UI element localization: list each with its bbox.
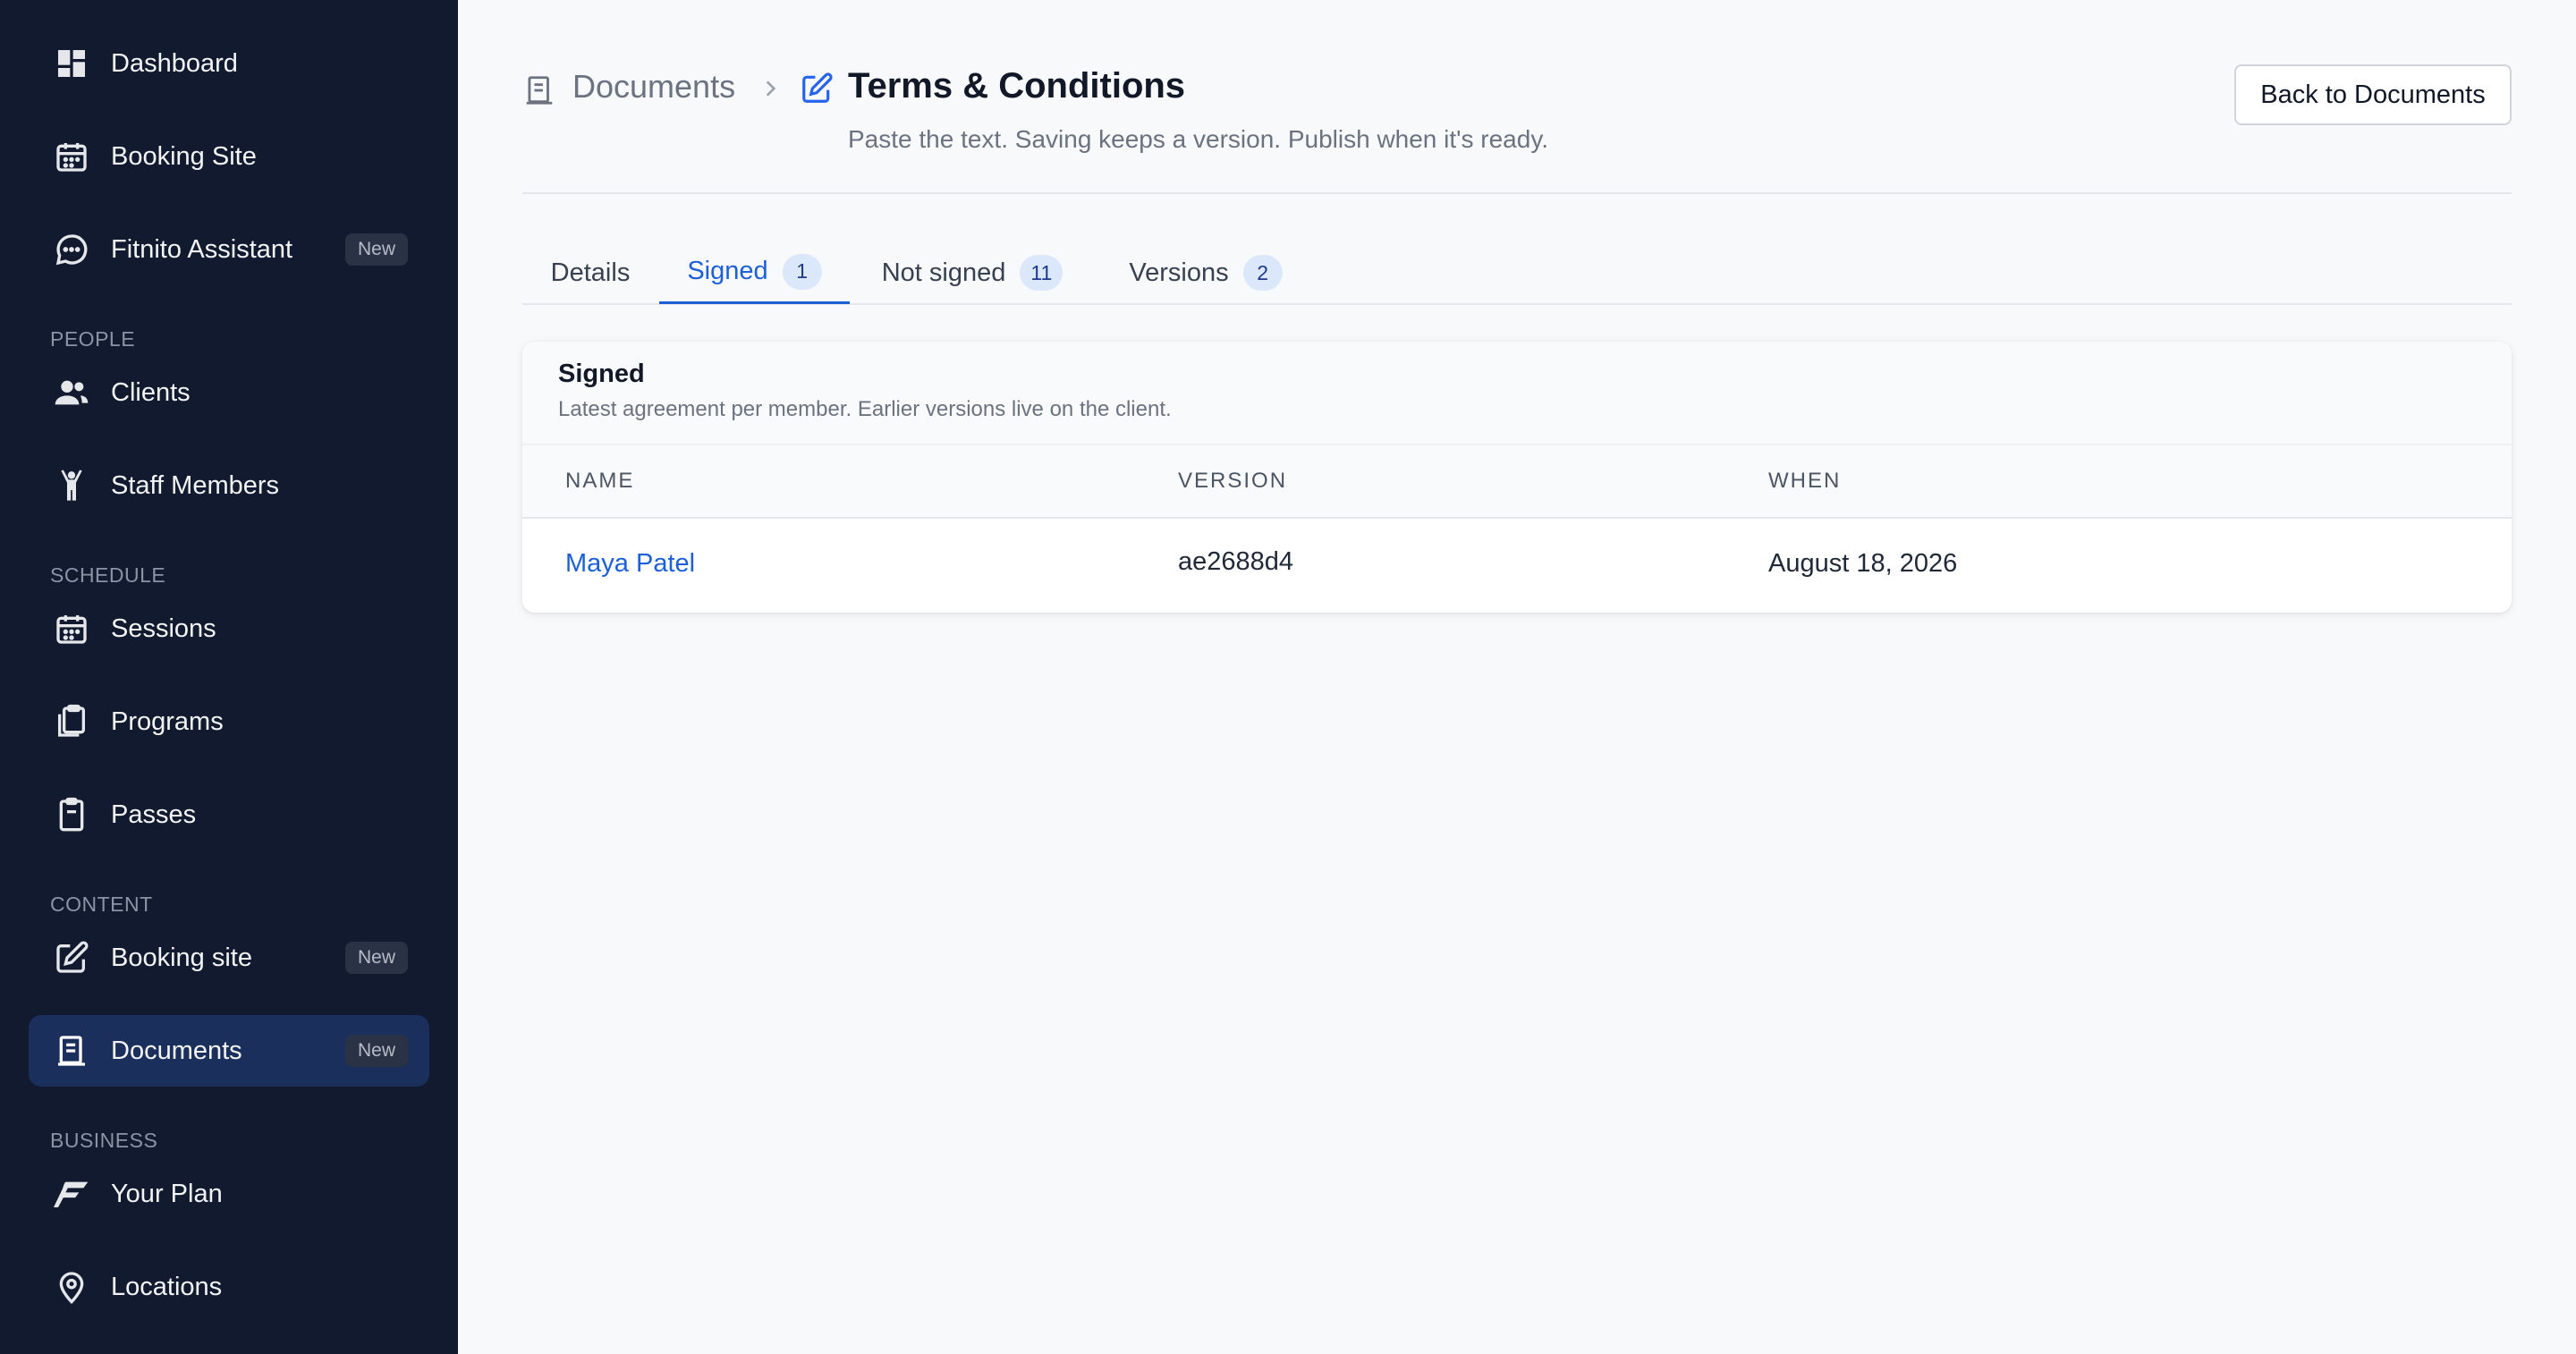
sidebar-item-label: Dashboard	[111, 48, 238, 78]
sidebar-item-booking-site-content[interactable]: Booking site New	[29, 922, 429, 994]
sidebar-item-locations[interactable]: Locations	[29, 1251, 429, 1323]
dashboard-icon	[52, 44, 91, 83]
sidebar-item-label: Locations	[111, 1272, 223, 1301]
tab-versions[interactable]: Versions 2	[1109, 241, 1302, 304]
new-badge: New	[344, 233, 408, 266]
new-badge: New	[344, 1035, 408, 1067]
sidebar-item-label: Staff Members	[111, 470, 280, 500]
tab-signed[interactable]: Signed 1	[659, 241, 850, 304]
tab-label: Details	[550, 258, 631, 287]
sidebar-item-passes[interactable]: Passes	[29, 779, 429, 850]
edit-icon	[52, 938, 91, 977]
tab-details[interactable]: Details	[537, 241, 644, 304]
sidebar-item-label: Booking Site	[111, 141, 257, 171]
column-header-name: NAME	[565, 469, 635, 493]
section-label-people: PEOPLE	[50, 327, 136, 351]
fitnito-logo-icon	[52, 1174, 91, 1214]
section-label-business: BUSINESS	[50, 1129, 158, 1152]
member-name-link[interactable]: Maya Patel	[565, 549, 695, 579]
sidebar-item-sessions[interactable]: Sessions	[29, 593, 429, 664]
clipboard-stack-icon	[52, 702, 91, 741]
table-header: NAME VERSION WHEN	[522, 445, 2512, 519]
sidebar-item-label: Passes	[111, 800, 197, 829]
column-header-when: WHEN	[1768, 469, 1842, 493]
back-to-documents-button[interactable]: Back to Documents	[2234, 64, 2512, 125]
sidebar-item-clients[interactable]: Clients	[29, 357, 429, 428]
breadcrumb-documents-link[interactable]: Documents	[572, 68, 735, 106]
sidebar-item-programs[interactable]: Programs	[29, 686, 429, 757]
column-header-version: VERSION	[1178, 469, 1288, 493]
sidebar-item-label: Clients	[111, 377, 191, 407]
calendar-icon	[52, 137, 91, 176]
chat-bubble-icon	[52, 230, 91, 269]
edit-icon	[800, 72, 834, 106]
card-header: Signed Latest agreement per member. Earl…	[522, 342, 2512, 445]
sidebar-item-label: Your Plan	[111, 1179, 223, 1208]
page-title: Terms & Conditions	[848, 66, 1186, 106]
tab-count-badge: 2	[1242, 255, 1283, 291]
tab-label: Signed	[687, 257, 768, 285]
sidebar-item-dashboard[interactable]: Dashboard	[29, 28, 429, 99]
signed-card: Signed Latest agreement per member. Earl…	[522, 342, 2512, 613]
sidebar-item-label: Booking site	[111, 943, 252, 972]
location-pin-icon	[52, 1267, 91, 1307]
card-description: Latest agreement per member. Earlier ver…	[558, 397, 1172, 421]
version-value: ae2688d4	[1178, 547, 1294, 576]
sidebar-item-label: Fitnito Assistant	[111, 234, 293, 264]
document-icon	[52, 1031, 91, 1071]
sidebar-item-fitnito-assistant[interactable]: Fitnito Assistant New	[29, 214, 429, 285]
chevron-right-icon	[758, 77, 782, 100]
sidebar: Dashboard Booking Site Fitnito Assistant…	[0, 0, 458, 1354]
header-divider	[522, 192, 2512, 194]
table-row: Maya Patel ae2688d4 August 18, 2026	[522, 519, 2512, 613]
sidebar-item-documents[interactable]: Documents New	[29, 1015, 429, 1087]
sidebar-item-booking-site[interactable]: Booking Site	[29, 121, 429, 192]
sidebar-item-label: Documents	[111, 1036, 242, 1065]
new-badge: New	[344, 942, 408, 974]
tab-not-signed[interactable]: Not signed 11	[865, 241, 1080, 304]
section-label-schedule: SCHEDULE	[50, 563, 166, 587]
sidebar-item-label: Sessions	[111, 614, 216, 643]
page-subtitle: Paste the text. Saving keeps a version. …	[848, 125, 1549, 153]
tab-label: Not signed	[881, 258, 1006, 287]
users-icon	[52, 373, 91, 412]
sidebar-item-your-plan[interactable]: Your Plan	[29, 1158, 429, 1230]
sidebar-item-staff-members[interactable]: Staff Members	[29, 450, 429, 521]
document-icon	[522, 73, 556, 107]
signed-date-value: August 18, 2026	[1768, 549, 1958, 578]
clipboard-icon	[52, 795, 91, 834]
tab-count-badge: 1	[782, 253, 822, 290]
staff-icon	[52, 466, 91, 505]
calendar-icon	[52, 609, 91, 648]
tab-count-badge: 11	[1020, 255, 1063, 291]
section-label-content: CONTENT	[50, 893, 153, 916]
tab-label: Versions	[1129, 258, 1229, 287]
sidebar-item-label: Programs	[111, 707, 224, 736]
card-title: Signed	[558, 360, 645, 388]
